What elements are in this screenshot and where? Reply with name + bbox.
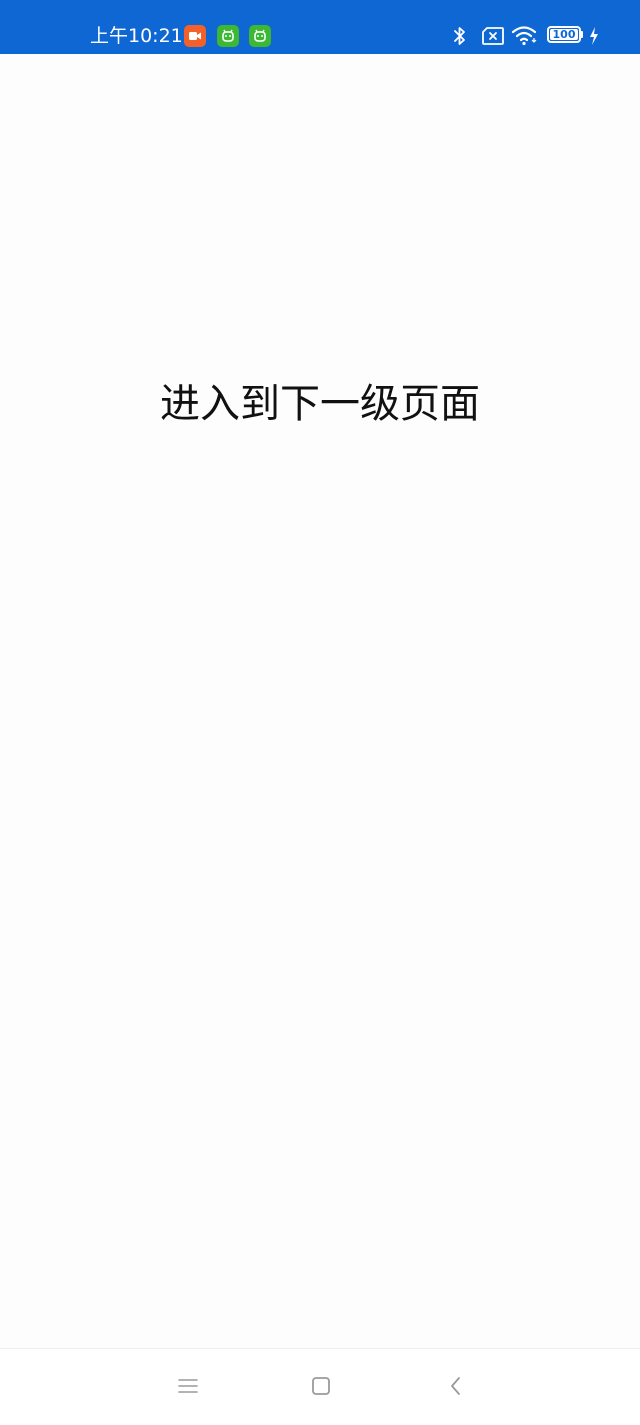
- next-page-link[interactable]: 进入到下一级页面: [0, 376, 640, 432]
- wifi-icon: [511, 26, 537, 46]
- battery-tip: [581, 31, 583, 38]
- menu-button[interactable]: [168, 1367, 208, 1407]
- charging-icon: [590, 27, 598, 45]
- battery-icon: 100: [547, 26, 581, 43]
- navigation-bar: [0, 1348, 640, 1425]
- battery-level: 100: [552, 28, 576, 41]
- home-button[interactable]: [301, 1367, 341, 1407]
- home-icon: [312, 1377, 330, 1395]
- page-content: 进入到下一级页面: [0, 54, 640, 1348]
- bluetooth-icon: [454, 27, 465, 45]
- android-app-icon: [217, 25, 239, 47]
- back-button[interactable]: [436, 1367, 476, 1407]
- status-bar: 上午10:21 100: [0, 0, 640, 54]
- video-app-icon: [184, 25, 206, 47]
- android-app-icon: [249, 25, 271, 47]
- menu-icon: [178, 1379, 198, 1393]
- back-icon: [451, 1377, 460, 1395]
- status-time: 上午10:21: [90, 25, 183, 47]
- no-sim-icon: [482, 27, 504, 45]
